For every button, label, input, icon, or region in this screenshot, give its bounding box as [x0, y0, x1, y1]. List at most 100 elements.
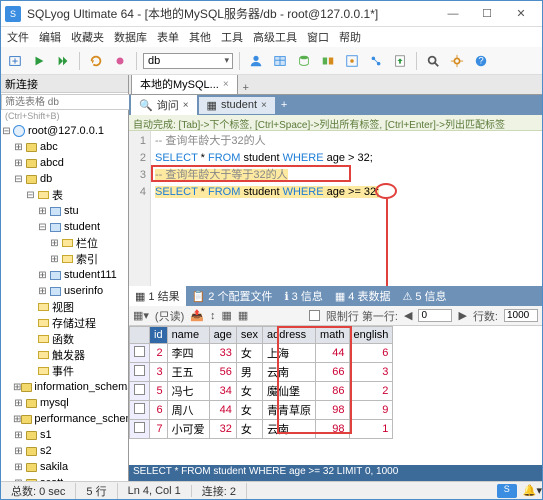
- tree-node[interactable]: ⊞abcd: [1, 155, 128, 171]
- sidebar: 新连接 (Ctrl+Shift+B) ⊟root@127.0.0.1⊞abc⊞a…: [1, 75, 129, 481]
- separator: [239, 52, 240, 70]
- refresh-icon[interactable]: [86, 51, 106, 71]
- tree-node[interactable]: ⊟db: [1, 171, 128, 187]
- tree-node[interactable]: 存储过程: [1, 315, 128, 331]
- execute-all-icon[interactable]: [53, 51, 73, 71]
- tree-node[interactable]: ⊞stu: [1, 203, 128, 219]
- filter-icon[interactable]: ▦: [238, 309, 248, 322]
- tree-node[interactable]: ⊞s1: [1, 427, 128, 443]
- result-tab-5[interactable]: ⚠ 5 信息: [396, 286, 452, 306]
- table-row[interactable]: 6周八44女青青草原989: [130, 401, 393, 420]
- close-icon[interactable]: ×: [261, 100, 267, 111]
- query-tab[interactable]: 🔍询问×: [131, 95, 197, 115]
- filter-input[interactable]: [1, 94, 141, 110]
- tree-node[interactable]: ⊞student111: [1, 267, 128, 283]
- new-connection-icon[interactable]: [5, 51, 25, 71]
- export-icon[interactable]: 📤: [190, 309, 204, 322]
- view-icon[interactable]: ▦: [221, 309, 231, 322]
- menu-edit[interactable]: 编辑: [39, 29, 61, 45]
- add-connection-button[interactable]: +: [238, 82, 254, 94]
- menu-help[interactable]: 帮助: [339, 29, 361, 45]
- result-tab-2[interactable]: 📋 2 个配置文件: [186, 286, 279, 306]
- next-icon[interactable]: ▶: [458, 309, 466, 322]
- tool-icon[interactable]: [110, 51, 130, 71]
- tree-node[interactable]: 视图: [1, 299, 128, 315]
- result-tab-1[interactable]: ▦ 1 结果: [129, 286, 186, 306]
- sort-icon[interactable]: ↕: [210, 310, 216, 322]
- maximize-button[interactable]: ☐: [470, 3, 504, 25]
- menu-advtools[interactable]: 高级工具: [253, 29, 297, 45]
- col-header[interactable]: sex: [236, 327, 262, 344]
- tree-node[interactable]: ⊞information_schema: [1, 379, 128, 395]
- sql-editor[interactable]: 1234 -- 查询年龄大于32的人 SELECT * FROM student…: [129, 131, 542, 286]
- backup-icon[interactable]: [294, 51, 314, 71]
- table-icon[interactable]: [270, 51, 290, 71]
- table-row[interactable]: 5冯七34女魔仙堡862: [130, 382, 393, 401]
- menu-fav[interactable]: 收藏夹: [71, 29, 104, 45]
- minimize-button[interactable]: —: [436, 3, 470, 25]
- menu-window[interactable]: 窗口: [307, 29, 329, 45]
- tree-node[interactable]: ⊞abc: [1, 139, 128, 155]
- result-grid[interactable]: idnameagesexaddressmathenglish2李四33女上海44…: [129, 326, 542, 465]
- app-window: S SQLyog Ultimate 64 - [本地的MySQL服务器/db -…: [0, 0, 543, 500]
- execute-icon[interactable]: [29, 51, 49, 71]
- close-icon[interactable]: ×: [223, 79, 229, 90]
- col-header[interactable]: id: [150, 327, 168, 344]
- tree-node[interactable]: ⊟root@127.0.0.1: [1, 123, 128, 139]
- table-row[interactable]: 3王五56男云南663: [130, 363, 393, 382]
- col-header[interactable]: age: [209, 327, 236, 344]
- limit-checkbox[interactable]: [309, 310, 320, 321]
- notification-icon[interactable]: 🔔▾: [523, 484, 542, 497]
- menu-table[interactable]: 表单: [157, 29, 179, 45]
- titlebar: S SQLyog Ultimate 64 - [本地的MySQL服务器/db -…: [1, 1, 542, 27]
- tree-node[interactable]: ⊞mysql: [1, 395, 128, 411]
- result-tab-4[interactable]: ▦ 4 表数据: [329, 286, 397, 306]
- tree-node[interactable]: ⊟表: [1, 187, 128, 203]
- tree-node[interactable]: ⊞索引: [1, 251, 128, 267]
- connection-tab[interactable]: 本地的MySQL...×: [131, 75, 238, 94]
- col-header[interactable]: address: [263, 327, 316, 344]
- first-row-input[interactable]: [418, 309, 452, 322]
- menu-other[interactable]: 其他: [189, 29, 211, 45]
- tree-node[interactable]: ⊞userinfo: [1, 283, 128, 299]
- separator: [136, 52, 137, 70]
- col-header[interactable]: math: [316, 327, 349, 344]
- line-gutter: 1234: [129, 131, 151, 286]
- tree-node[interactable]: 事件: [1, 363, 128, 379]
- tree-node[interactable]: ⊞performance_schema: [1, 411, 128, 427]
- menu-tools[interactable]: 工具: [221, 29, 243, 45]
- row-count-input[interactable]: [504, 309, 538, 322]
- menu-file[interactable]: 文件: [7, 29, 29, 45]
- add-tab-button[interactable]: +: [277, 99, 291, 111]
- settings-icon[interactable]: [447, 51, 467, 71]
- tree-node[interactable]: ⊟student: [1, 219, 128, 235]
- tree-node[interactable]: 触发器: [1, 347, 128, 363]
- query-build-icon[interactable]: [342, 51, 362, 71]
- connection-tabs: 本地的MySQL...× +: [129, 75, 542, 95]
- query-tab-student[interactable]: ▦student×: [199, 97, 275, 114]
- close-button[interactable]: ✕: [504, 3, 538, 25]
- object-tree[interactable]: ⊟root@127.0.0.1⊞abc⊞abcd⊟db⊟表⊞stu⊟studen…: [1, 121, 128, 481]
- database-combo[interactable]: db: [143, 53, 233, 69]
- tree-node[interactable]: 函数: [1, 331, 128, 347]
- code-area[interactable]: -- 查询年龄大于32的人 SELECT * FROM student WHER…: [151, 131, 542, 286]
- tree-node[interactable]: ⊞sakila: [1, 459, 128, 475]
- filter-box: [1, 93, 128, 111]
- table-row[interactable]: 2李四33女上海446: [130, 344, 393, 363]
- table-row[interactable]: 7小可爱32女云南981: [130, 420, 393, 439]
- grid-view-icon[interactable]: ▦▾: [133, 309, 149, 322]
- col-header[interactable]: english: [349, 327, 393, 344]
- schema-icon[interactable]: [366, 51, 386, 71]
- close-icon[interactable]: ×: [183, 100, 189, 111]
- help-icon[interactable]: ?: [471, 51, 491, 71]
- col-header[interactable]: name: [167, 327, 209, 344]
- user-icon[interactable]: [246, 51, 266, 71]
- search-icon[interactable]: [423, 51, 443, 71]
- tree-node[interactable]: ⊞s2: [1, 443, 128, 459]
- prev-icon[interactable]: ◀: [404, 309, 412, 322]
- tree-node[interactable]: ⊞栏位: [1, 235, 128, 251]
- menu-database[interactable]: 数据库: [114, 29, 147, 45]
- export-icon[interactable]: [390, 51, 410, 71]
- result-tab-3[interactable]: ℹ 3 信息: [278, 286, 328, 306]
- sync-icon[interactable]: [318, 51, 338, 71]
